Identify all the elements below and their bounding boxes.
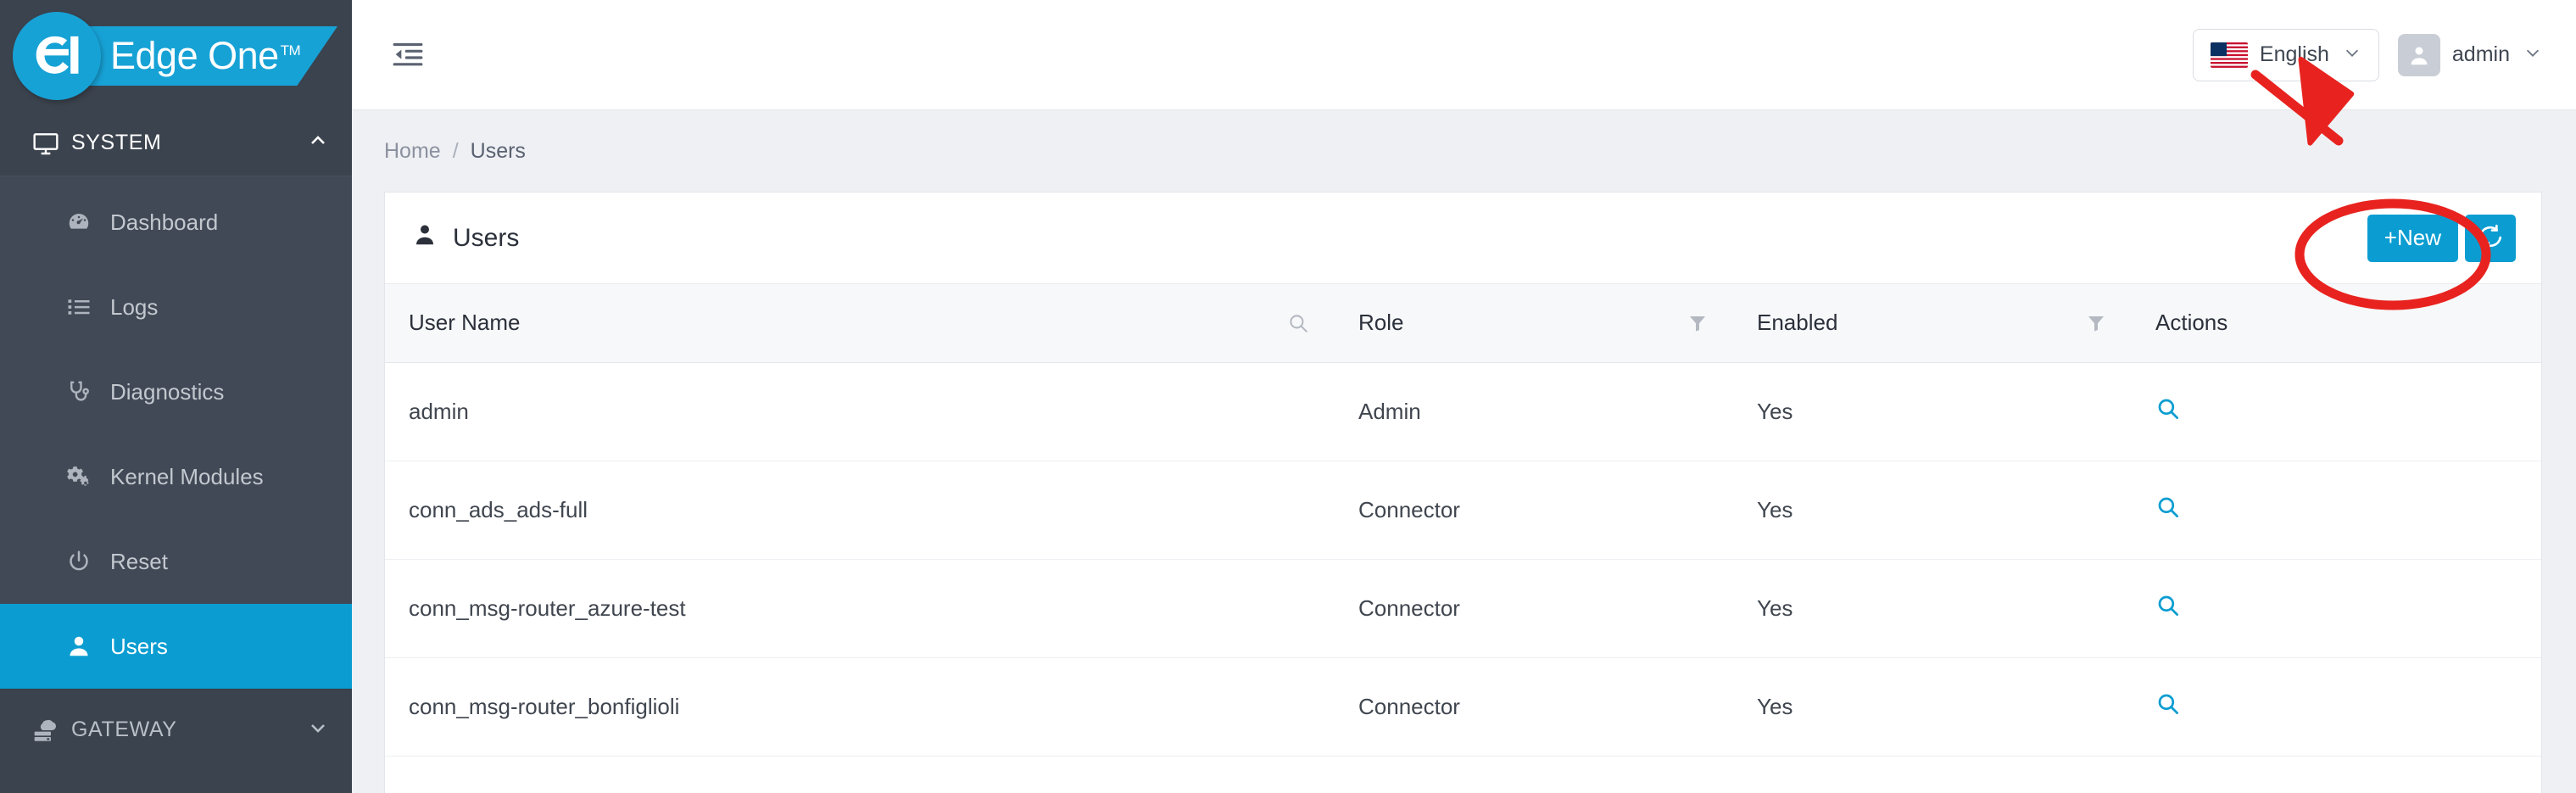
- panel-header: Users +New: [385, 193, 2541, 284]
- brand-trademark: TM: [280, 42, 301, 59]
- table-row[interactable]: conn_msg-router_azure-test Connector Yes: [385, 559, 2541, 658]
- user-menu[interactable]: admin: [2397, 29, 2542, 81]
- cell-enabled: Yes: [1733, 362, 2132, 461]
- dashboard-gauge-icon: [66, 209, 110, 235]
- sidebar-item-logs[interactable]: Logs: [0, 265, 352, 349]
- stethoscope-icon: [66, 379, 110, 405]
- users-table: User Name Role Enabled Actions admin Adm…: [385, 284, 2541, 757]
- sidebar-group-system[interactable]: SYSTEM: [0, 110, 352, 176]
- cell-user-name: admin: [385, 362, 1335, 461]
- language-label: English: [2259, 42, 2329, 66]
- table-body: admin Admin Yes conn_ads_ads-full Connec…: [385, 362, 2541, 757]
- view-user-search-icon[interactable]: [2155, 593, 2181, 618]
- column-header-actions: Actions: [2132, 284, 2541, 363]
- edge-one-logo-icon: [13, 12, 101, 100]
- brand-logo[interactable]: Edge One TM: [0, 0, 352, 110]
- view-user-search-icon[interactable]: [2155, 494, 2181, 520]
- collapse-sidebar-icon[interactable]: [384, 31, 432, 79]
- table-row[interactable]: admin Admin Yes: [385, 362, 2541, 461]
- cell-actions: [2132, 559, 2541, 658]
- filter-icon[interactable]: [2086, 313, 2106, 333]
- app-root: Edge One TM SYSTEM Dashboard Logs Diagno…: [0, 0, 2576, 793]
- cell-enabled: Yes: [1733, 559, 2132, 658]
- cell-role: Admin: [1335, 362, 1733, 461]
- breadcrumb-home[interactable]: Home: [384, 139, 441, 164]
- sidebar-item-label: Dashboard: [110, 209, 219, 235]
- sidebar-item-label: Logs: [110, 293, 159, 320]
- us-flag-icon: [2210, 42, 2248, 68]
- power-icon: [66, 549, 110, 574]
- chevron-up-icon[interactable]: [308, 131, 328, 156]
- column-header-role[interactable]: Role: [1335, 284, 1733, 363]
- panel-title-label: Users: [453, 223, 520, 252]
- sidebar-item-kernel-modules[interactable]: Kernel Modules: [0, 434, 352, 519]
- table-row[interactable]: conn_ads_ads-full Connector Yes: [385, 461, 2541, 560]
- cell-actions: [2132, 362, 2541, 461]
- top-bar: English admin: [352, 0, 2576, 110]
- cell-enabled: Yes: [1733, 461, 2132, 560]
- table-header-row: User Name Role Enabled Actions: [385, 284, 2541, 363]
- cell-role: Connector: [1335, 559, 1733, 658]
- cell-role: Connector: [1335, 657, 1733, 757]
- sidebar-group-label: GATEWAY: [71, 718, 177, 741]
- sidebar-system-items: Dashboard Logs Diagnostics Kernel Module…: [0, 176, 352, 689]
- table-header: User Name Role Enabled Actions: [385, 284, 2541, 363]
- view-user-search-icon[interactable]: [2155, 396, 2181, 422]
- chevron-down-icon: [2523, 43, 2542, 67]
- column-header-enabled[interactable]: Enabled: [1733, 284, 2132, 363]
- column-label: User Name: [409, 310, 521, 336]
- page-title: Users: [412, 222, 519, 254]
- user-avatar-icon: [2397, 33, 2440, 76]
- sidebar-item-users[interactable]: Users: [0, 604, 352, 689]
- sidebar-group-label: SYSTEM: [71, 131, 162, 154]
- sidebar-item-reset[interactable]: Reset: [0, 519, 352, 604]
- breadcrumb-current: Users: [470, 138, 526, 163]
- language-selector[interactable]: English: [2192, 28, 2379, 81]
- add-user-button[interactable]: +New: [2367, 214, 2458, 262]
- cell-actions: [2132, 461, 2541, 560]
- sidebar-item-label: Diagnostics: [110, 378, 225, 405]
- cell-user-name: conn_ads_ads-full: [385, 461, 1335, 560]
- view-user-search-icon[interactable]: [2155, 691, 2181, 717]
- cell-role: Connector: [1335, 461, 1733, 560]
- breadcrumb-separator: /: [452, 138, 459, 163]
- gears-icon: [66, 464, 110, 489]
- search-icon[interactable]: [1287, 312, 1309, 334]
- column-header-user-name[interactable]: User Name: [385, 284, 1335, 363]
- breadcrumb: Home / Users: [352, 110, 2576, 192]
- sidebar-item-dashboard[interactable]: Dashboard: [0, 180, 352, 265]
- sidebar: Edge One TM SYSTEM Dashboard Logs Diagno…: [0, 0, 352, 793]
- chevron-down-icon[interactable]: [308, 718, 328, 743]
- chevron-down-icon: [2343, 43, 2361, 67]
- list-icon: [66, 294, 110, 320]
- refresh-icon: [2477, 223, 2504, 253]
- filter-icon[interactable]: [1687, 313, 1708, 333]
- cell-user-name: conn_msg-router_bonfiglioli: [385, 657, 1335, 757]
- sidebar-item-label: Kernel Modules: [110, 463, 264, 489]
- column-label: Role: [1358, 310, 1404, 336]
- table-row[interactable]: conn_msg-router_bonfiglioli Connector Ye…: [385, 657, 2541, 757]
- sidebar-item-diagnostics[interactable]: Diagnostics: [0, 349, 352, 434]
- sidebar-group-gateway[interactable]: GATEWAY: [0, 689, 352, 770]
- main-area: English admin Home / Users Users +New Us…: [352, 0, 2576, 793]
- user-icon: [66, 634, 110, 659]
- sidebar-item-label: Reset: [110, 548, 168, 574]
- user-name-label: admin: [2451, 42, 2510, 66]
- monitor-icon: [32, 130, 71, 157]
- cell-enabled: Yes: [1733, 657, 2132, 757]
- users-panel: Users +New User Name Role Enabled Action…: [384, 192, 2542, 793]
- sidebar-item-label: Users: [110, 633, 168, 659]
- server-cloud-icon: [32, 717, 71, 744]
- user-icon: [412, 222, 438, 254]
- column-label: Enabled: [1757, 310, 1838, 336]
- column-label: Actions: [2155, 310, 2228, 336]
- refresh-button[interactable]: [2465, 214, 2516, 262]
- cell-user-name: conn_msg-router_azure-test: [385, 559, 1335, 658]
- cell-actions: [2132, 657, 2541, 757]
